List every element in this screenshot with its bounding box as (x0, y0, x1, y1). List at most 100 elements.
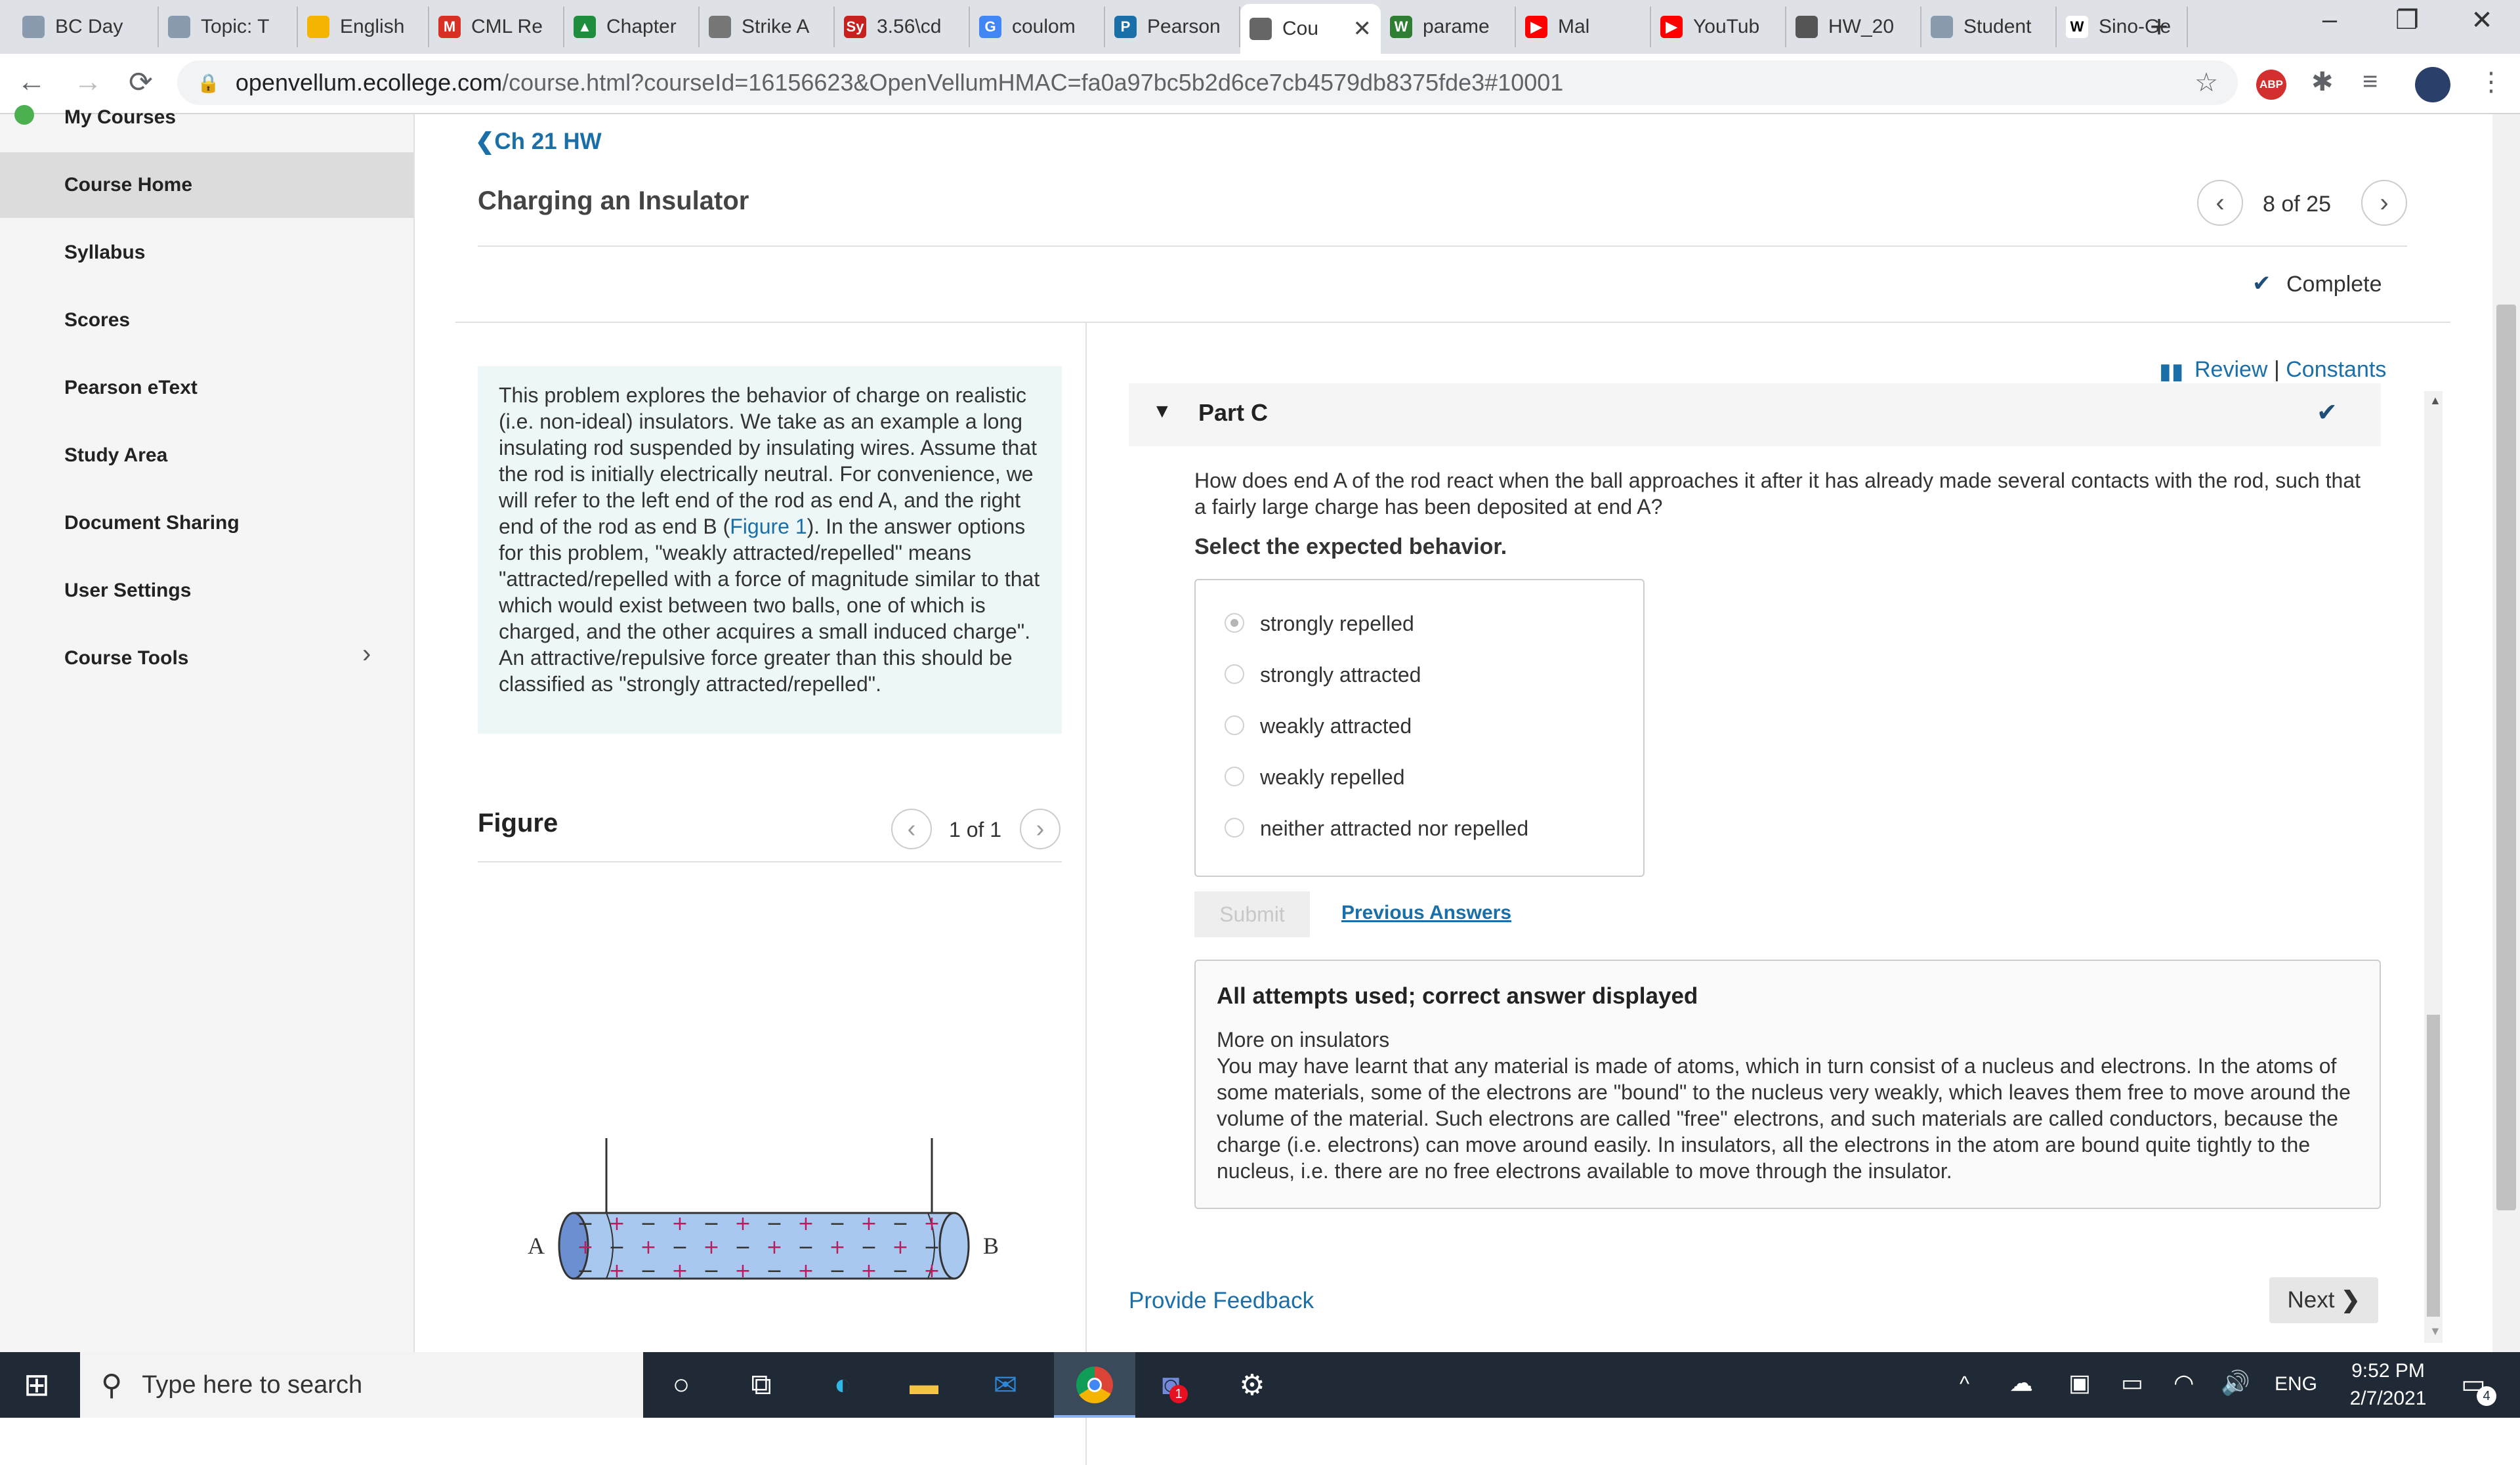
constants-link[interactable]: Constants (2286, 357, 2386, 382)
task-view-icon[interactable]: ⧉ (740, 1364, 782, 1406)
browser-tab[interactable]: ▲ Chapter (564, 7, 700, 47)
next-label: Next (2287, 1287, 2335, 1313)
browser-tab[interactable]: Wparame (1381, 7, 1516, 47)
sidebar-item[interactable]: Document Sharing (0, 490, 413, 556)
adblock-icon[interactable]: ABP (2256, 70, 2286, 100)
content-scrollbar-thumb[interactable] (2427, 1015, 2440, 1317)
content-scrollbar[interactable] (2424, 391, 2443, 1343)
language-indicator[interactable]: ENG (2275, 1373, 2317, 1395)
sidebar-item[interactable]: Course Tools (0, 626, 413, 691)
browser-tab[interactable]: Student (1922, 7, 2057, 47)
settings-gear-icon[interactable]: ⚙ (1231, 1364, 1273, 1406)
minus-charge-mark: − (892, 1212, 908, 1235)
meet-now-icon[interactable]: ▣ (2068, 1369, 2091, 1397)
figure-prev-button[interactable]: ‹ (891, 809, 932, 849)
answer-option-label[interactable]: strongly repelled (1260, 612, 1414, 636)
browser-tab[interactable]: P Pearson (1105, 7, 1240, 47)
answer-radio[interactable] (1225, 613, 1244, 633)
forward-icon[interactable]: → (74, 66, 102, 98)
next-button[interactable]: Next ❯ (2269, 1277, 2378, 1323)
mail-icon[interactable]: ✉ (984, 1364, 1026, 1406)
page-scrollbar[interactable] (2492, 114, 2520, 1352)
battery-icon[interactable]: ▭ (2121, 1369, 2143, 1397)
minimize-icon[interactable]: – (2310, 5, 2349, 35)
media-control-icon[interactable]: ≡ (2362, 67, 2378, 96)
chevron-right-icon[interactable]: › (362, 639, 371, 669)
close-window-icon[interactable]: ✕ (2462, 5, 2502, 35)
review-link[interactable]: Review (2194, 357, 2267, 382)
back-to-assignment-link[interactable]: ❮Ch 21 HW (475, 129, 602, 155)
answer-radio[interactable] (1225, 664, 1244, 684)
browser-tab[interactable]: BC Day (13, 7, 159, 47)
scroll-down-arrow-icon[interactable]: ▼ (2429, 1325, 2441, 1338)
answer-radio[interactable] (1225, 818, 1244, 838)
sidebar-item[interactable]: Syllabus (0, 220, 413, 286)
browser-tab[interactable]: M CML Re (429, 7, 564, 47)
browser-tab[interactable]: English (298, 7, 429, 47)
separator: | (2273, 357, 2280, 382)
url-field[interactable]: 🔒 openvellum.ecollege.com/course.html?co… (177, 60, 2238, 105)
restore-icon[interactable]: ❐ (2387, 5, 2427, 35)
cortana-icon[interactable]: ○ (660, 1364, 702, 1406)
previous-answers-link[interactable]: Previous Answers (1341, 902, 1511, 924)
profile-avatar[interactable] (2415, 67, 2450, 102)
sidebar-item[interactable]: Pearson eText (0, 355, 413, 421)
complete-status: Complete (2286, 272, 2382, 297)
show-hidden-icons-icon[interactable]: ^ (1960, 1372, 1969, 1396)
answer-option-label[interactable]: weakly repelled (1260, 765, 1405, 790)
scroll-up-arrow-icon[interactable]: ▲ (2429, 394, 2441, 408)
extensions-icon[interactable]: ✱ (2311, 67, 2334, 97)
back-icon[interactable]: ← (17, 66, 46, 98)
check-icon: ✔ (2252, 271, 2271, 296)
taskbar-search-box[interactable]: ⚲ Type here to search (80, 1352, 643, 1418)
answer-option-label[interactable]: neither attracted nor repelled (1260, 817, 1528, 841)
plus-charge-mark: + (608, 1260, 625, 1283)
prev-item-button[interactable]: ‹ (2197, 180, 2243, 226)
answer-option-label[interactable]: strongly attracted (1260, 663, 1421, 687)
windows-start-icon[interactable]: ⊞ (16, 1364, 58, 1406)
minus-charge-mark: − (608, 1236, 625, 1259)
file-explorer-icon[interactable]: ▬ (903, 1364, 945, 1406)
tab-favicon-icon: ▲ (574, 16, 596, 38)
volume-icon[interactable]: 🔊 (2221, 1369, 2250, 1397)
reload-icon[interactable]: ⟳ (129, 66, 153, 99)
sidebar-item-my-courses[interactable]: My Courses (64, 106, 176, 129)
edge-icon[interactable]: ◐ (822, 1364, 864, 1406)
sidebar-item[interactable]: User Settings (0, 558, 413, 624)
submit-button[interactable]: Submit (1194, 891, 1310, 937)
browser-tab[interactable]: Strike A (700, 7, 835, 47)
figure-next-button[interactable]: › (1020, 809, 1060, 849)
collapse-triangle-icon[interactable]: ▼ (1152, 400, 1172, 423)
tab-label: 3.56\cd (877, 16, 942, 37)
answer-radio[interactable] (1225, 767, 1244, 786)
browser-tab[interactable]: ▶ YouTub (1651, 7, 1786, 47)
provide-feedback-link[interactable]: Provide Feedback (1129, 1288, 1314, 1314)
browser-tab[interactable]: HW_20 (1786, 7, 1922, 47)
answer-option-label[interactable]: weakly attracted (1260, 714, 1412, 738)
clock[interactable]: 9:52 PM 2/7/2021 (2332, 1357, 2444, 1412)
sidebar-item[interactable]: Course Home (0, 152, 413, 218)
minus-charge-mark: − (829, 1212, 845, 1235)
plus-charge-mark: + (671, 1212, 688, 1235)
browser-tab[interactable]: ▶ Mal (1516, 7, 1651, 47)
onedrive-icon[interactable]: ☁ (2009, 1369, 2033, 1397)
bookmark-star-icon[interactable]: ☆ (2194, 68, 2218, 98)
page-scrollbar-thumb[interactable] (2496, 305, 2516, 1210)
tab-label: Strike A (742, 16, 810, 37)
browser-tab[interactable]: Topic: T (159, 7, 298, 47)
browser-tab[interactable]: Gcoulom (970, 7, 1105, 47)
sidebar-item[interactable]: Scores (0, 287, 413, 353)
next-item-button[interactable]: › (2361, 180, 2407, 226)
wifi-icon[interactable]: ◠ (2174, 1369, 2194, 1397)
answer-radio[interactable] (1225, 715, 1244, 735)
sidebar-item[interactable]: Study Area (0, 423, 413, 488)
tab-favicon-icon (22, 16, 45, 38)
part-header[interactable]: ▼ Part C ✔ (1129, 383, 2381, 446)
browser-tab[interactable]: Sy 3.56\cd (835, 7, 970, 47)
menu-dots-icon[interactable]: ⋮ (2478, 67, 2504, 97)
figure-link[interactable]: Figure 1 (730, 515, 807, 538)
chrome-taskbar-button[interactable] (1054, 1352, 1135, 1418)
browser-tab[interactable]: Cou ✕ (1240, 4, 1381, 54)
new-tab-button[interactable]: + (2141, 7, 2193, 47)
tab-close-icon[interactable]: ✕ (1353, 16, 1372, 42)
